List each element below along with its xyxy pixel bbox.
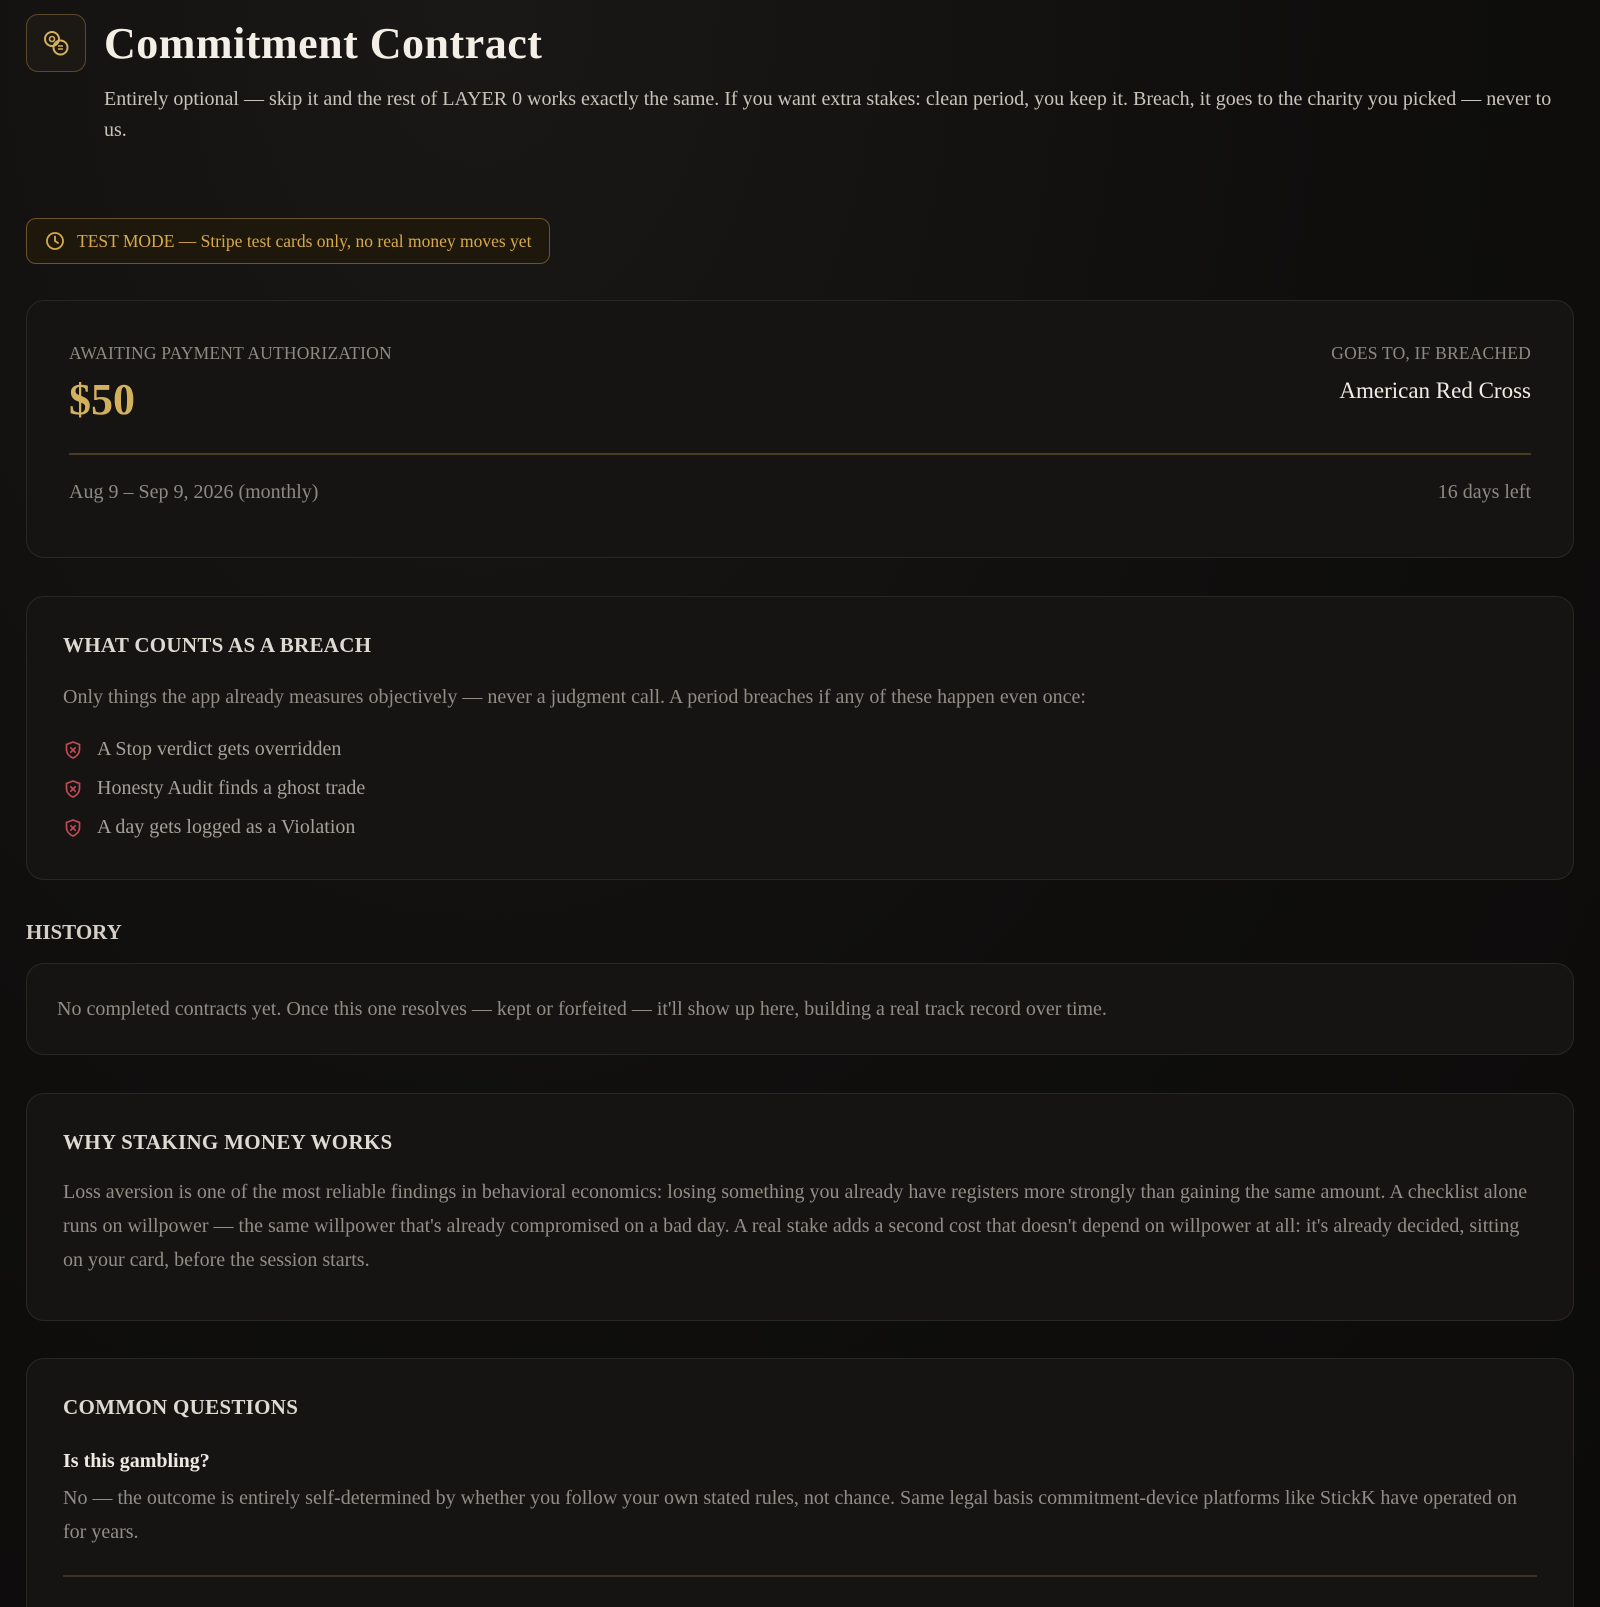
contract-period: Aug 9 – Sep 9, 2026 (monthly) xyxy=(69,481,319,503)
stake-amount: $50 xyxy=(69,375,135,424)
shield-x-icon xyxy=(65,818,81,837)
status-label: AWAITING PAYMENT AUTHORIZATION xyxy=(69,343,392,363)
history-heading: HISTORY xyxy=(26,920,122,944)
divider xyxy=(63,1575,1537,1577)
breach-rules-card: WHAT COUNTS AS A BREACH Only things the … xyxy=(26,596,1574,880)
faq-heading: COMMON QUESTIONS xyxy=(63,1395,299,1419)
commitment-contract-page: Commitment Contract Entirely optional — … xyxy=(0,0,1600,1607)
why-heading: WHY STAKING MONEY WORKS xyxy=(63,1130,393,1154)
page-header: Commitment Contract Entirely optional — … xyxy=(26,14,1574,146)
history-card: No completed contracts yet. Once this on… xyxy=(26,963,1574,1055)
shield-x-icon xyxy=(65,779,81,798)
faq-answer: No — the outcome is entirely self-determ… xyxy=(63,1487,1518,1543)
faq-card: COMMON QUESTIONS Is this gambling? No — … xyxy=(26,1358,1574,1607)
list-item: Honesty Audit finds a ghost trade xyxy=(63,769,1537,808)
list-item: A Stop verdict gets overridden xyxy=(63,730,1537,769)
breach-item-label: Honesty Audit finds a ghost trade xyxy=(97,777,366,799)
breach-intro: Only things the app already measures obj… xyxy=(63,686,1086,708)
test-mode-label: TEST MODE — Stripe test cards only, no r… xyxy=(77,230,532,251)
breach-item-label: A Stop verdict gets overridden xyxy=(97,738,342,760)
history-empty-text: No completed contracts yet. Once this on… xyxy=(57,998,1107,1020)
days-remaining: 16 days left xyxy=(1437,481,1531,503)
breach-heading: WHAT COUNTS AS A BREACH xyxy=(63,633,372,657)
shield-x-icon xyxy=(65,740,81,759)
why-card: WHY STAKING MONEY WORKS Loss aversion is… xyxy=(26,1093,1574,1321)
list-item: A day gets logged as a Violation xyxy=(63,808,1537,847)
test-mode-badge: TEST MODE — Stripe test cards only, no r… xyxy=(26,218,551,264)
coins-icon xyxy=(26,14,86,72)
charity-label: GOES TO, IF BREACHED xyxy=(1331,343,1531,363)
divider xyxy=(69,453,1531,455)
page-subtitle: Entirely optional — skip it and the rest… xyxy=(104,88,1552,141)
contract-status-card: AWAITING PAYMENT AUTHORIZATION $50 GOES … xyxy=(26,300,1574,558)
page-title: Commitment Contract xyxy=(104,19,543,68)
breach-item-label: A day gets logged as a Violation xyxy=(97,816,356,838)
charity-name: American Red Cross xyxy=(1339,378,1531,403)
faq-question[interactable]: Is this gambling? xyxy=(63,1450,1537,1473)
why-body: Loss aversion is one of the most reliabl… xyxy=(63,1181,1528,1271)
breach-list: A Stop verdict gets overridden Honesty A… xyxy=(63,730,1537,847)
clock-icon xyxy=(46,232,64,250)
